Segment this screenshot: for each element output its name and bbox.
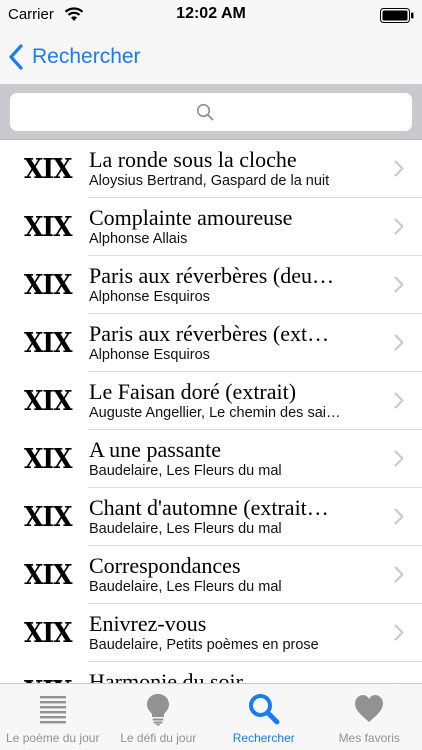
poem-list: XIX La ronde sous la cloche Aloysius Ber… bbox=[0, 140, 422, 683]
chevron-right-icon bbox=[394, 566, 404, 583]
list-item[interactable]: XIX Paris aux réverbères (ext… Alphonse … bbox=[0, 314, 422, 372]
list-item[interactable]: XIX Le Faisan doré (extrait) Auguste Ang… bbox=[0, 372, 422, 430]
century-label: XIX bbox=[24, 442, 73, 475]
list-item[interactable]: XIX Enivrez-vous Baudelaire, Petits poèm… bbox=[0, 604, 422, 662]
poem-title: Chant d'automne (extrait… bbox=[89, 495, 329, 520]
tab-label: Mes favoris bbox=[338, 731, 400, 745]
chevron-right-icon bbox=[394, 276, 404, 293]
poem-author: Baudelaire, Les Fleurs du mal bbox=[89, 579, 282, 595]
tab-poeme-du-jour[interactable]: Le poème du jour bbox=[0, 684, 106, 750]
back-button-label: Rechercher bbox=[32, 45, 141, 68]
chevron-right-icon bbox=[394, 392, 404, 409]
battery-icon bbox=[380, 8, 414, 23]
list-item[interactable]: XIX A une passante Baudelaire, Les Fleur… bbox=[0, 430, 422, 488]
poem-title: Paris aux réverbères (deu… bbox=[89, 263, 334, 288]
back-button[interactable]: Rechercher bbox=[8, 40, 141, 74]
chevron-right-icon bbox=[394, 334, 404, 351]
list-item[interactable]: XIX Complainte amoureuse Alphonse Allais bbox=[0, 198, 422, 256]
poem-author: Aloysius Bertrand, Gaspard de la nuit bbox=[89, 173, 330, 189]
poem-title: Paris aux réverbères (ext… bbox=[89, 321, 330, 346]
list-item[interactable]: XIX Paris aux réverbères (deu… Alphonse … bbox=[0, 256, 422, 314]
poem-author: Baudelaire, Les Fleurs du mal bbox=[89, 463, 282, 479]
tab-label: Le défi du jour bbox=[120, 731, 197, 745]
list-item[interactable]: XIX La ronde sous la cloche Aloysius Ber… bbox=[0, 140, 422, 198]
navigation-bar: Rechercher bbox=[0, 30, 422, 84]
tab-label: Le poème du jour bbox=[6, 731, 100, 745]
century-label: XIX bbox=[24, 152, 73, 185]
century-label: XIX bbox=[24, 675, 73, 683]
poem-author: Alphonse Allais bbox=[89, 231, 188, 247]
magnifier-icon bbox=[248, 694, 280, 725]
lightbulb-icon bbox=[147, 694, 170, 726]
poem-author: Alphonse Esquiros bbox=[89, 347, 210, 363]
poem-author: Auguste Angellier, Le chemin des sai… bbox=[89, 405, 341, 421]
list-item[interactable]: XIX Harmonie du soir bbox=[0, 662, 422, 683]
status-bar: Carrier 12:02 AM bbox=[0, 0, 422, 30]
list-lines-icon bbox=[39, 696, 66, 724]
poem-author: Alphonse Esquiros bbox=[89, 289, 210, 305]
chevron-left-icon bbox=[9, 44, 23, 70]
status-time: 12:02 AM bbox=[176, 5, 246, 22]
poem-title: Le Faisan doré (extrait) bbox=[89, 379, 297, 404]
chevron-right-icon bbox=[394, 450, 404, 467]
tab-defi-du-jour[interactable]: Le défi du jour bbox=[106, 684, 212, 750]
century-label: XIX bbox=[24, 210, 73, 243]
century-label: XIX bbox=[24, 268, 73, 301]
chevron-right-icon bbox=[394, 624, 404, 641]
search-input[interactable] bbox=[10, 93, 412, 131]
tab-label: Rechercher bbox=[232, 731, 295, 745]
tab-rechercher[interactable]: Rechercher bbox=[211, 684, 317, 750]
poem-author: Baudelaire, Les Fleurs du mal bbox=[89, 521, 282, 537]
poem-title: La ronde sous la cloche bbox=[89, 147, 297, 172]
chevron-right-icon bbox=[394, 160, 404, 177]
poem-title: A une passante bbox=[89, 437, 221, 462]
chevron-right-icon bbox=[394, 218, 404, 235]
list-item[interactable]: XIX Chant d'automne (extrait… Baudelaire… bbox=[0, 488, 422, 546]
century-label: XIX bbox=[24, 500, 73, 533]
heart-icon bbox=[355, 695, 384, 722]
poem-title: Enivrez-vous bbox=[89, 611, 207, 636]
tab-bar: Le poème du jour Le défi du jour Recherc… bbox=[0, 683, 422, 750]
poem-title: Complainte amoureuse bbox=[89, 205, 293, 230]
list-item[interactable]: XIX Correspondances Baudelaire, Les Fleu… bbox=[0, 546, 422, 604]
century-label: XIX bbox=[24, 384, 73, 417]
century-label: XIX bbox=[24, 326, 73, 359]
poem-title: Harmonie du soir bbox=[89, 669, 243, 683]
chevron-right-icon bbox=[394, 508, 404, 525]
century-label: XIX bbox=[24, 616, 73, 649]
poem-author: Baudelaire, Petits poèmes en prose bbox=[89, 637, 319, 653]
century-label: XIX bbox=[24, 558, 73, 591]
search-bar bbox=[0, 84, 422, 140]
tab-mes-favoris[interactable]: Mes favoris bbox=[317, 684, 422, 750]
poem-title: Correspondances bbox=[89, 553, 241, 578]
